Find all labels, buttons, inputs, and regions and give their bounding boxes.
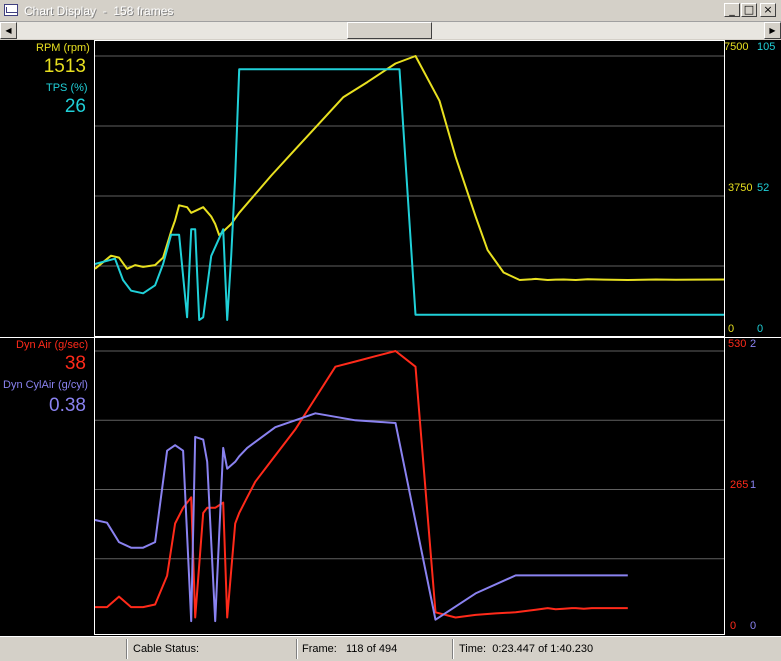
rpm-value: 1513 (43, 56, 86, 77)
dyn-cylair-value: 0.38 (49, 395, 86, 416)
rpm-axis-min: 0 (728, 323, 735, 335)
rpm-axis-mid: 3750 (728, 182, 753, 194)
scroll-track[interactable] (17, 22, 764, 39)
rpm-label: RPM (rpm) (36, 42, 90, 54)
horizontal-scrollbar[interactable]: ◀ ▶ (0, 22, 781, 40)
title-bar[interactable]: Chart Display - 158 frames _ □ × (0, 0, 781, 22)
status-divider (296, 639, 298, 659)
maximize-button[interactable]: □ (741, 3, 757, 17)
rpm-axis-max: 7500 (724, 41, 749, 53)
close-button[interactable]: × (760, 3, 776, 17)
bottom-chart-panel: Dyn Air (g/sec) 38 Dyn CylAir (g/cyl) 0.… (0, 337, 781, 636)
time-readout: Time: 0:23.447 of 1:40.230 (459, 643, 594, 655)
dyn-cylair-axis-mid: 1 (750, 479, 757, 491)
status-bar: Cable Status: Frame: 118 of 494 Time: 0:… (0, 636, 781, 660)
chart-app-icon[interactable] (4, 4, 18, 16)
status-divider (452, 639, 454, 659)
dyn-air-axis-min: 0 (730, 620, 737, 632)
tps-axis-mid: 52 (757, 182, 770, 194)
status-divider (126, 639, 128, 659)
dyn-cylair-label: Dyn CylAir (g/cyl) (3, 379, 88, 391)
scroll-thumb[interactable] (347, 22, 432, 39)
dyn-air-value: 38 (64, 353, 86, 374)
dyn-air-label: Dyn Air (g/sec) (16, 339, 89, 351)
top-chart-panel: RPM (rpm) 1513 TPS (%) 26 7500 105 3750 … (0, 40, 781, 337)
scroll-right-arrow-icon[interactable]: ▶ (764, 22, 781, 39)
scroll-left-arrow-icon[interactable]: ◀ (0, 22, 17, 39)
tps-axis-min: 0 (757, 323, 764, 335)
dyn-air-axis-max: 530 (728, 338, 747, 350)
minimize-button[interactable]: _ (724, 3, 740, 17)
dyn-cylair-axis-max: 2 (750, 338, 757, 350)
window-title: Chart Display - 158 frames (24, 4, 174, 18)
tps-value: 26 (64, 96, 86, 117)
tps-label: TPS (%) (46, 82, 88, 94)
frame-counter: Frame: 118 of 494 (302, 643, 398, 655)
chart-display-area[interactable]: RPM (rpm) 1513 TPS (%) 26 7500 105 3750 … (0, 40, 781, 636)
tps-axis-max: 105 (757, 41, 776, 53)
cable-status: Cable Status: (133, 643, 200, 655)
dyn-cylair-axis-min: 0 (750, 620, 757, 632)
